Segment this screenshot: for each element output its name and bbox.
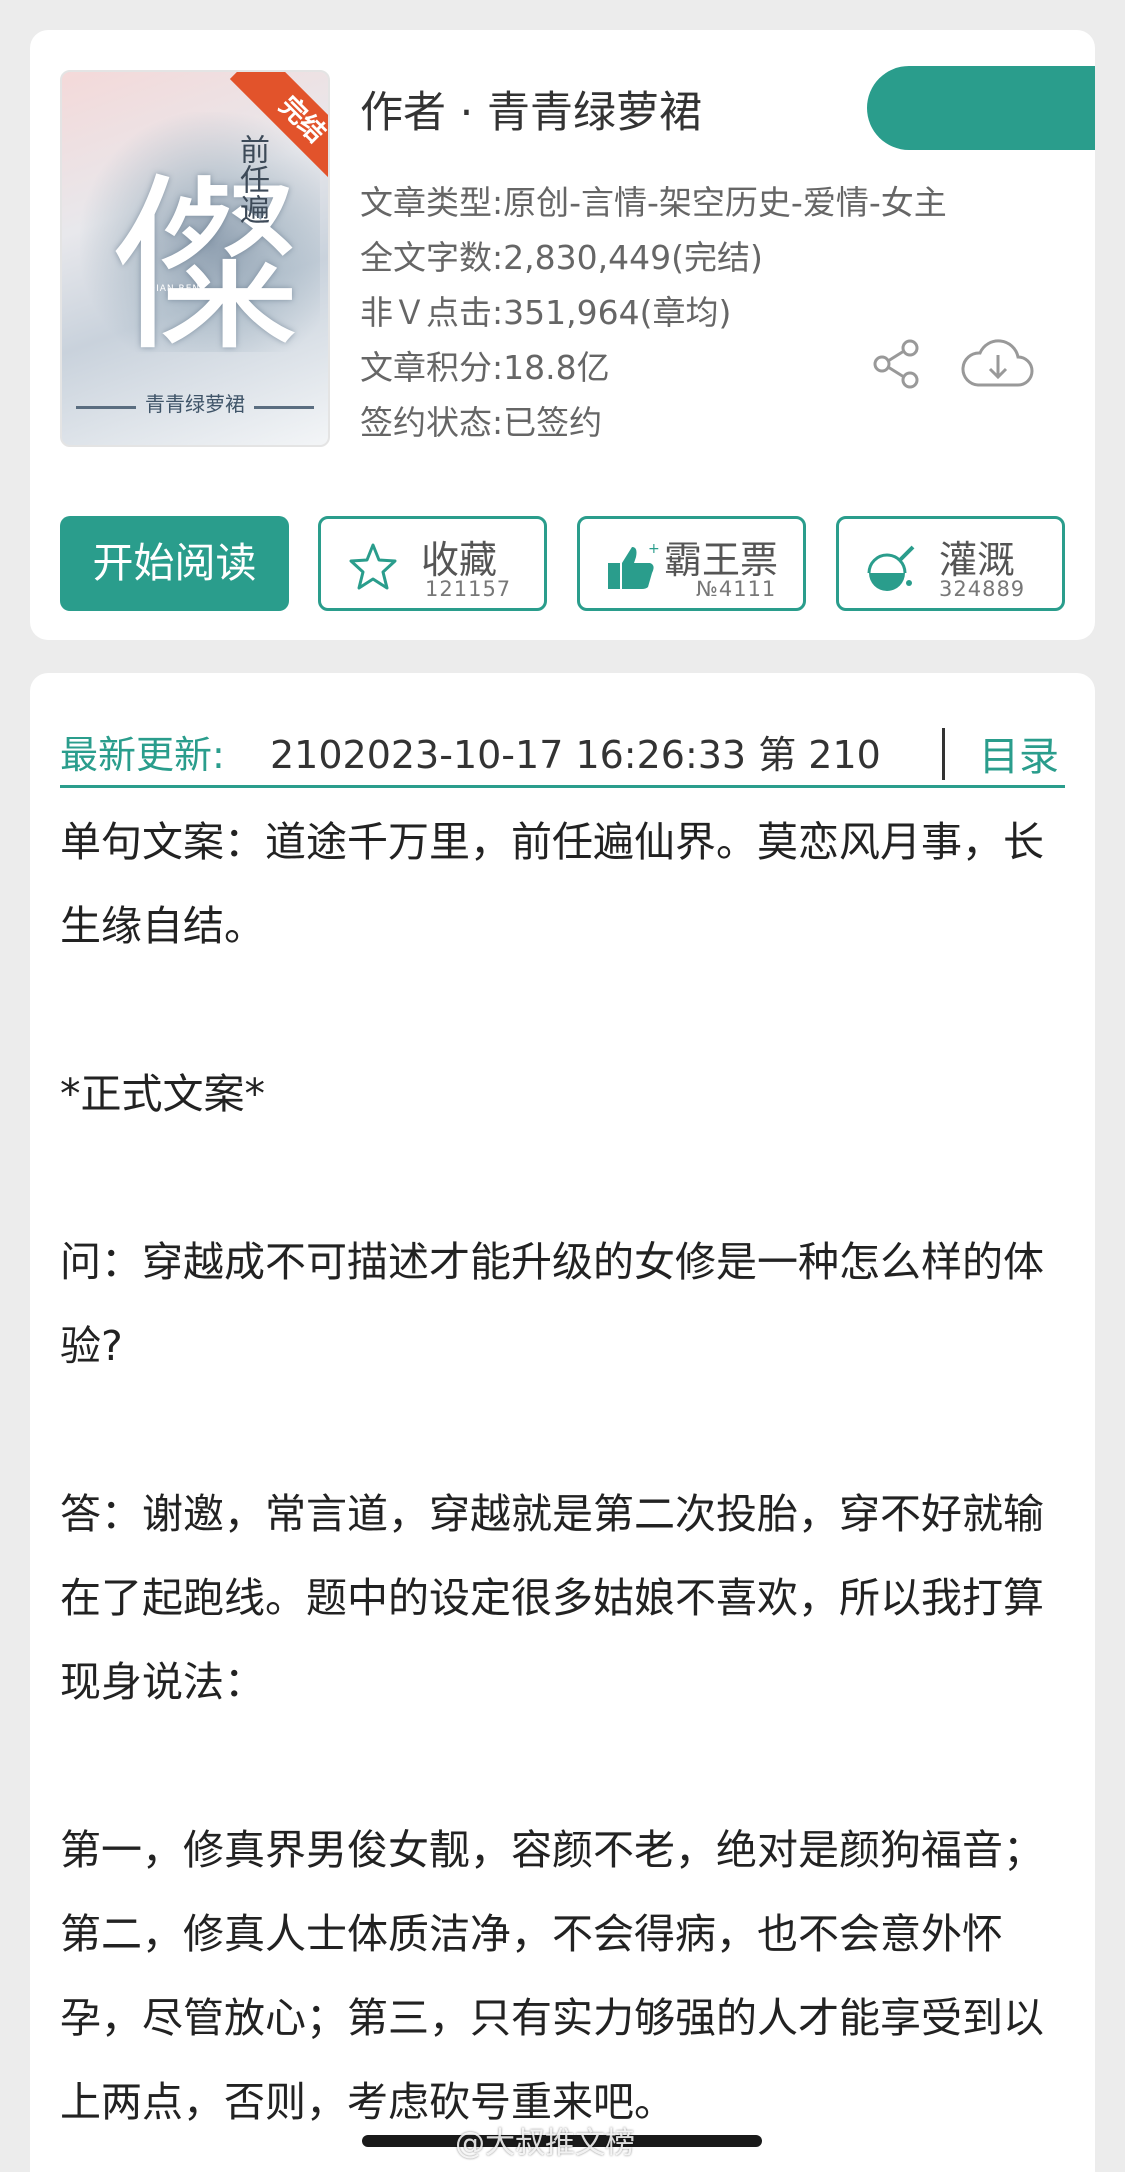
section-rule bbox=[60, 785, 1065, 788]
meta-contract: 签约状态:已签约 bbox=[360, 403, 603, 442]
favorite-button[interactable]: 收藏 121157 bbox=[318, 516, 547, 611]
cover-author: 青青绿萝裙 bbox=[145, 392, 245, 416]
cloud-download-icon[interactable] bbox=[960, 333, 1036, 397]
divider bbox=[942, 728, 945, 780]
synopsis-paragraph: 单句文案：道途千万里，前任遍仙界。莫恋风月事，长生缘自结。 bbox=[60, 818, 1044, 950]
cover-title: 前任遍 bbox=[234, 134, 269, 224]
water-count: 324889 bbox=[939, 577, 1026, 601]
favorite-label: 收藏 bbox=[421, 538, 498, 582]
synopsis-paragraph: 答：谢邀，常言道，穿越就是第二次投胎，穿不好就输在了起跑线。题中的设定很多姑娘不… bbox=[60, 1490, 1044, 1706]
favorite-count: 121157 bbox=[425, 577, 512, 601]
meta-genre: 文章类型:原创-言情-架空历史-爱情-女主 bbox=[360, 183, 947, 222]
watermark: @大叔推文榜 bbox=[455, 2126, 635, 2161]
book-info-card: 儏 前任遍 QIAN REN 青青绿萝裙 完结 作者 · 青青绿萝裙 文章类型:… bbox=[30, 30, 1095, 640]
share-icon[interactable] bbox=[870, 338, 922, 390]
cover-pinyin: QIAN REN bbox=[148, 284, 201, 294]
meta-word-count: 全文字数:2,830,449(完结) bbox=[360, 238, 763, 277]
start-reading-button[interactable]: 开始阅读 bbox=[60, 516, 289, 611]
meta-score: 文章积分:18.8亿 bbox=[360, 348, 610, 387]
water-label: 灌溉 bbox=[939, 538, 1016, 582]
synopsis-paragraph: *正式文案* bbox=[60, 1070, 265, 1118]
latest-update-row[interactable]: 最新更新: 2102023-10-17 16:26:33 第 210 目录 bbox=[60, 700, 1065, 790]
book-meta: 文章类型:原创-言情-架空历史-爱情-女主 全文字数:2,830,449(完结)… bbox=[360, 175, 947, 450]
author-name[interactable]: 作者 · 青青绿萝裙 bbox=[360, 78, 702, 140]
vote-label: 霸王票 bbox=[664, 538, 779, 582]
follow-author-button[interactable] bbox=[867, 66, 1095, 150]
synopsis-paragraph: 问：穿越成不可描述才能升级的女修是一种怎么样的体验? bbox=[60, 1238, 1044, 1370]
meta-clicks: 非Ｖ点击:351,964(章均) bbox=[360, 293, 732, 332]
water-button[interactable]: 灌溉 324889 bbox=[836, 516, 1065, 611]
latest-update-value[interactable]: 2102023-10-17 16:26:33 第 210 bbox=[270, 724, 944, 779]
book-cover[interactable]: 儏 前任遍 QIAN REN 青青绿萝裙 完结 bbox=[60, 70, 330, 447]
vote-button[interactable]: + 霸王票 №4111 bbox=[577, 516, 806, 611]
synopsis-paragraph: 第一，修真界男俊女靓，容颜不老，绝对是颜狗福音；第二，修真人士体质洁净，不会得病… bbox=[60, 1826, 1044, 2126]
vote-count: №4111 bbox=[696, 577, 777, 601]
latest-update-label: 最新更新: bbox=[60, 733, 225, 777]
table-of-contents-link[interactable]: 目录 bbox=[979, 724, 1059, 782]
synopsis-text: 单句文案：道途千万里，前任遍仙界。莫恋风月事，长生缘自结。 *正式文案* 问：穿… bbox=[60, 800, 1065, 2172]
cover-calligraphy: 儏 bbox=[112, 156, 303, 377]
